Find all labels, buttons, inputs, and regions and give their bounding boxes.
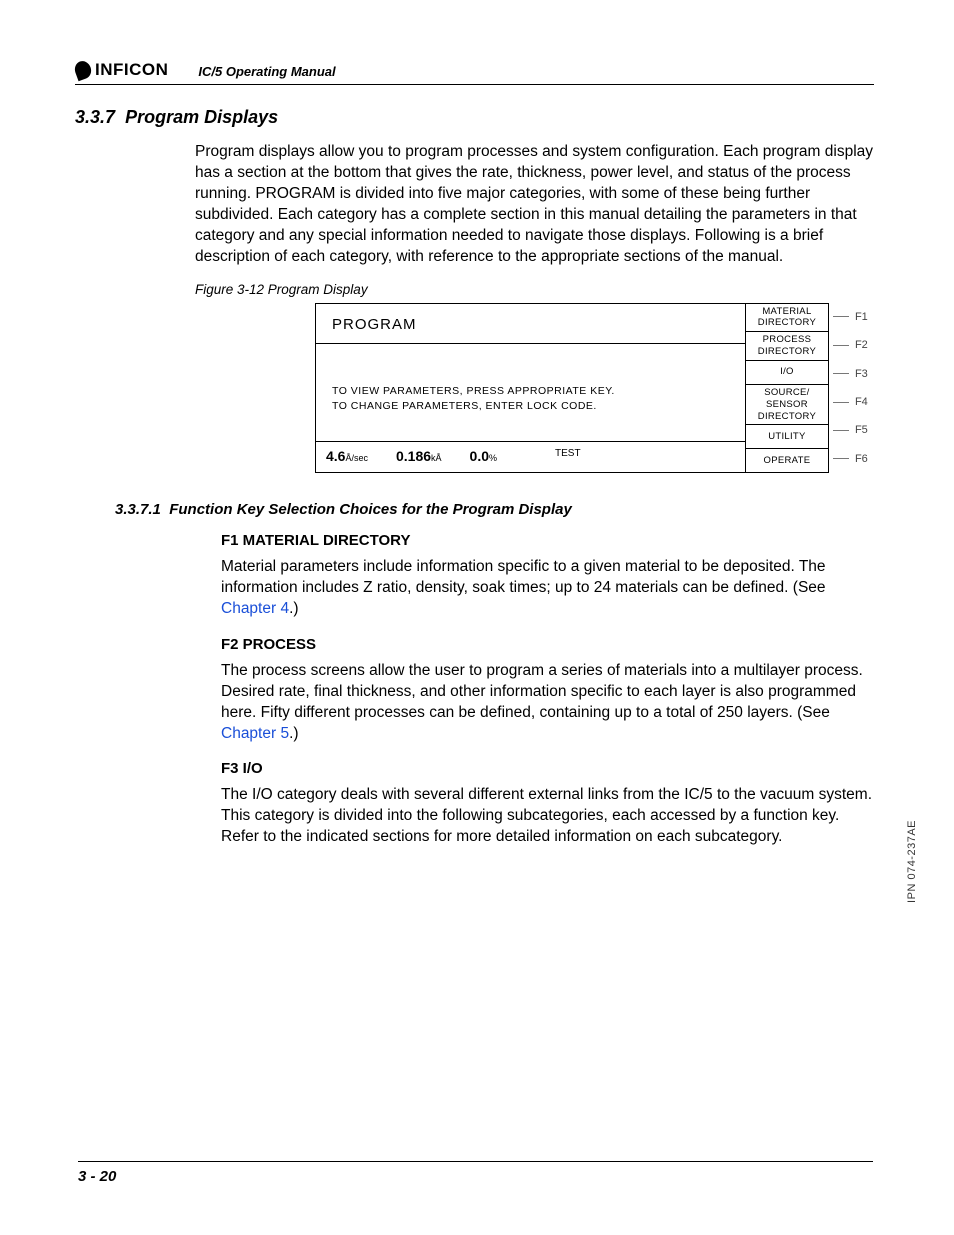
f2-heading: F2 PROCESS	[221, 636, 874, 653]
fkey-f2[interactable]: PROCESS DIRECTORY	[746, 332, 828, 361]
section-number: 3.3.7	[75, 107, 115, 127]
page-number: 3 - 20	[78, 1161, 873, 1185]
instruction-line-1: TO VIEW PARAMETERS, PRESS APPROPRIATE KE…	[332, 384, 729, 400]
status-bar: 4.6Å/sec 0.186kÅ 0.0% TEST	[316, 441, 745, 472]
doc-title: IC/5 Operating Manual	[198, 64, 335, 80]
program-display-figure: PROGRAM TO VIEW PARAMETERS, PRESS APPROP…	[315, 303, 829, 474]
f3-body: The I/O category deals with several diff…	[221, 785, 874, 848]
figure-caption: Figure 3-12 Program Display	[195, 282, 874, 297]
f2-body: The process screens allow the user to pr…	[221, 661, 874, 745]
thickness-readout: 0.186kÅ	[396, 448, 442, 464]
chapter-4-link[interactable]: Chapter 4	[221, 600, 289, 617]
fkey-f3[interactable]: I/O	[746, 361, 828, 385]
chapter-5-link[interactable]: Chapter 5	[221, 725, 289, 742]
brand-icon	[72, 59, 93, 81]
ipn-label: IPN 074-237AE	[906, 820, 918, 903]
f1-heading: F1 MATERIAL DIRECTORY	[221, 532, 874, 549]
brand-text: INFICON	[95, 60, 168, 80]
section-heading: 3.3.7 Program Displays	[75, 107, 874, 128]
subsection-number: 3.3.7.1	[115, 501, 161, 518]
screen-instructions: TO VIEW PARAMETERS, PRESS APPROPRIATE KE…	[316, 344, 745, 442]
page-header: INFICON IC/5 Operating Manual	[75, 60, 874, 85]
fkey-column: MATERIAL DIRECTORY PROCESS DIRECTORY I/O…	[745, 304, 828, 473]
f1-body: Material parameters include information …	[221, 557, 874, 620]
fkey-tag-f4: F4	[829, 388, 874, 416]
mode-label: TEST	[555, 448, 581, 459]
fkey-tag-f1: F1	[829, 303, 874, 331]
fkey-tag-f2: F2	[829, 331, 874, 359]
rate-readout: 4.6Å/sec	[326, 448, 368, 464]
instruction-line-2: TO CHANGE PARAMETERS, ENTER LOCK CODE.	[332, 399, 729, 415]
brand-logo: INFICON	[75, 60, 168, 80]
fkey-f6[interactable]: OPERATE	[746, 449, 828, 472]
section-intro: Program displays allow you to program pr…	[195, 142, 874, 268]
fkey-tag-f5: F5	[829, 416, 874, 444]
fkey-tag-f6: F6	[829, 445, 874, 473]
fkey-f5[interactable]: UTILITY	[746, 425, 828, 449]
fkey-tag-f3: F3	[829, 359, 874, 387]
screen-title: PROGRAM	[316, 304, 745, 343]
fkey-tags: F1 F2 F3 F4 F5 F6	[829, 303, 874, 474]
subsection-title: Function Key Selection Choices for the P…	[169, 501, 572, 518]
section-title: Program Displays	[125, 107, 278, 127]
fkey-f1[interactable]: MATERIAL DIRECTORY	[746, 304, 828, 333]
power-readout: 0.0%	[470, 448, 497, 464]
subsection-heading: 3.3.7.1 Function Key Selection Choices f…	[115, 501, 874, 518]
f3-heading: F3 I/O	[221, 760, 874, 777]
fkey-f4[interactable]: SOURCE/ SENSOR DIRECTORY	[746, 385, 828, 426]
